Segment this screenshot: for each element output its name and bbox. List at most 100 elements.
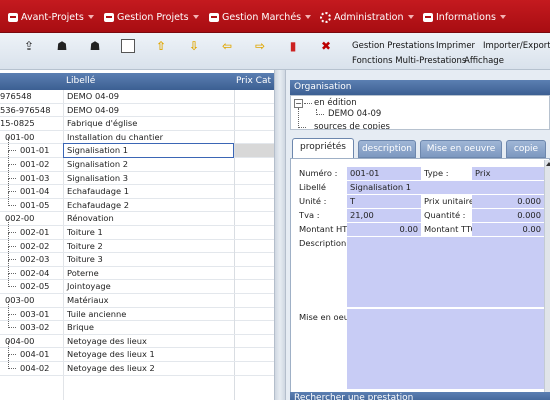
- row-prix-cat: [234, 334, 274, 348]
- row-label: Netoyage des lieux: [67, 335, 147, 346]
- type-field[interactable]: Prix: [472, 167, 544, 180]
- table-row[interactable]: 002-04 Poterne: [0, 259, 274, 281]
- table-row[interactable]: 15-0825 Fabrique d'église: [0, 117, 274, 131]
- scroll-up-icon[interactable]: [546, 162, 550, 166]
- folder-icon: [209, 12, 219, 22]
- table-row[interactable]: 001-01 Signalisation 1: [0, 137, 274, 159]
- tva-field[interactable]: 21,00: [347, 209, 421, 222]
- menu-administration[interactable]: Administration: [320, 9, 414, 25]
- montant-ht-field[interactable]: 0.00: [347, 223, 421, 236]
- column-libelle[interactable]: Libellé: [66, 76, 95, 86]
- table-row[interactable]: 004-01 Netoyage des lieux 1: [0, 341, 274, 362]
- fonctions-multi-prestations-link[interactable]: Fonctions Multi-Prestations: [352, 56, 466, 66]
- montant-ttc-field[interactable]: 0.00: [472, 223, 544, 236]
- type-label: Type :: [424, 168, 449, 178]
- chevron-down-icon: [305, 15, 312, 19]
- table-row[interactable]: 004-00 Netoyage des lieux: [0, 334, 274, 349]
- row-label: Netoyage des lieux 1: [67, 349, 155, 360]
- table-row[interactable]: 002-05 Jointoyage: [0, 273, 274, 294]
- toolbar: ⇪ ☗ ☗ ⇧ ⇩ ⇦ ⇨ ▮ ✖ Gestion Prestations Im…: [0, 33, 550, 70]
- detail-tabs: propriétés description Mise en oeuvre co…: [290, 138, 550, 158]
- table-row[interactable]: 002-00 Rénovation: [0, 212, 274, 226]
- imprimer-link[interactable]: Imprimer: [436, 41, 475, 51]
- unite-field[interactable]: T: [347, 195, 421, 208]
- chevron-down-icon: [407, 15, 414, 19]
- tree-line: [8, 232, 16, 233]
- affichage-link[interactable]: Affichage: [464, 56, 504, 66]
- table-row[interactable]: 002-02 Toiture 2: [0, 232, 274, 254]
- import-icon[interactable]: ⇪: [22, 39, 36, 53]
- tab-mise-en-oeuvre[interactable]: Mise en oeuvre: [420, 140, 502, 158]
- numero-field[interactable]: 001-01: [347, 167, 421, 180]
- menu-gestion-marches[interactable]: Gestion Marchés: [209, 9, 312, 25]
- table-row[interactable]: 001-04 Echafaudage 1: [0, 178, 274, 199]
- table-row[interactable]: 003-02 Brique: [0, 314, 274, 335]
- search-prestation-header[interactable]: Rechercher une prestation: [290, 392, 550, 400]
- menu-avant-projets[interactable]: Avant-Projets: [8, 9, 94, 25]
- row-label: Echafaudage 1: [67, 186, 130, 197]
- menu-gestion-projets[interactable]: Gestion Projets: [104, 9, 199, 25]
- description-field[interactable]: [347, 237, 544, 307]
- mise-en-oeuvre-field[interactable]: [347, 309, 544, 389]
- libelle-label: Libellé: [299, 182, 327, 192]
- tab-description[interactable]: description: [358, 140, 416, 158]
- tree-line: [8, 259, 9, 274]
- table-row[interactable]: 976548 DEMO 04-09: [0, 90, 274, 104]
- cancel-icon[interactable]: ✖: [319, 39, 333, 53]
- tree-node-sources-copies[interactable]: sources de copies: [314, 122, 390, 129]
- row-label: Tuile ancienne: [67, 308, 127, 319]
- arrow-right-icon[interactable]: ⇨: [253, 39, 267, 53]
- row-prix-cat: [234, 321, 274, 335]
- table-row[interactable]: 003-00 Matériaux: [0, 294, 274, 308]
- table-row[interactable]: 002-03 Toiture 3: [0, 246, 274, 267]
- menu-informations[interactable]: Informations: [423, 9, 506, 25]
- importer-exporter-link[interactable]: Importer/Exporter: [483, 41, 550, 51]
- tree-node-demo[interactable]: DEMO 04-09: [328, 109, 381, 119]
- table-row[interactable]: 002-01 Toiture 1: [0, 219, 274, 240]
- tree-node-en-edition[interactable]: en édition: [314, 98, 357, 108]
- users-add-icon[interactable]: ☗: [88, 39, 102, 53]
- tree-line: [8, 314, 9, 329]
- row-label: Signalisation 2: [67, 159, 129, 169]
- tab-proprietes[interactable]: propriétés: [292, 138, 354, 158]
- row-code: 15-0825: [0, 118, 35, 129]
- menu-informations-label: Informations: [436, 11, 496, 23]
- arrow-up-icon[interactable]: ⇧: [154, 39, 168, 53]
- row-prix-cat: [234, 294, 274, 307]
- gestion-prestations-link[interactable]: Gestion Prestations: [352, 41, 434, 51]
- row-label: Toiture 2: [67, 240, 103, 251]
- tree-line: [8, 259, 16, 261]
- tree-line: [304, 103, 312, 104]
- row-code: 002-02: [20, 240, 50, 251]
- arrow-left-icon[interactable]: ⇦: [220, 39, 234, 53]
- table-row[interactable]: 536-976548 DEMO 04-09: [0, 103, 274, 118]
- chevron-down-icon: [192, 15, 199, 19]
- trash-icon[interactable]: ▮: [286, 39, 300, 53]
- table-row[interactable]: 004-02 Netoyage des lieux 2: [0, 355, 274, 376]
- menu-gestion-projets-label: Gestion Projets: [117, 11, 189, 23]
- row-label: DEMO 04-09: [67, 91, 120, 101]
- prix-unitaire-field[interactable]: 0.000: [472, 195, 544, 208]
- table-row[interactable]: 001-02 Signalisation 2: [0, 151, 274, 172]
- tree-line: [8, 164, 9, 179]
- row-code: 003-02: [20, 322, 50, 333]
- arrow-down-icon[interactable]: ⇩: [187, 39, 201, 53]
- document-icon[interactable]: [121, 39, 135, 53]
- table-header: Libellé Prix Cat: [0, 73, 274, 90]
- row-code: 001-04: [20, 186, 50, 197]
- panel-splitter[interactable]: [274, 70, 286, 400]
- form-scrollbar[interactable]: [544, 160, 550, 400]
- row-code: 001-01: [20, 145, 50, 156]
- table-row[interactable]: 003-01 Tuile ancienne: [0, 300, 274, 322]
- tree-line: [8, 137, 9, 152]
- table-row[interactable]: 001-05 Echafaudage 2: [0, 191, 274, 213]
- libelle-field[interactable]: Signalisation 1: [347, 181, 544, 194]
- table-row[interactable]: 001-00 Installation du chantier: [0, 130, 274, 145]
- tab-copie[interactable]: copie: [506, 140, 546, 158]
- table-row[interactable]: 001-03 Signalisation 3: [0, 164, 274, 186]
- users-icon[interactable]: ☗: [55, 39, 69, 53]
- tree-collapse-icon[interactable]: −: [294, 99, 303, 108]
- row-label: Matériaux: [67, 295, 109, 305]
- column-prix-cat[interactable]: Prix Cat: [236, 76, 271, 86]
- quantite-field[interactable]: 0.000: [472, 209, 544, 222]
